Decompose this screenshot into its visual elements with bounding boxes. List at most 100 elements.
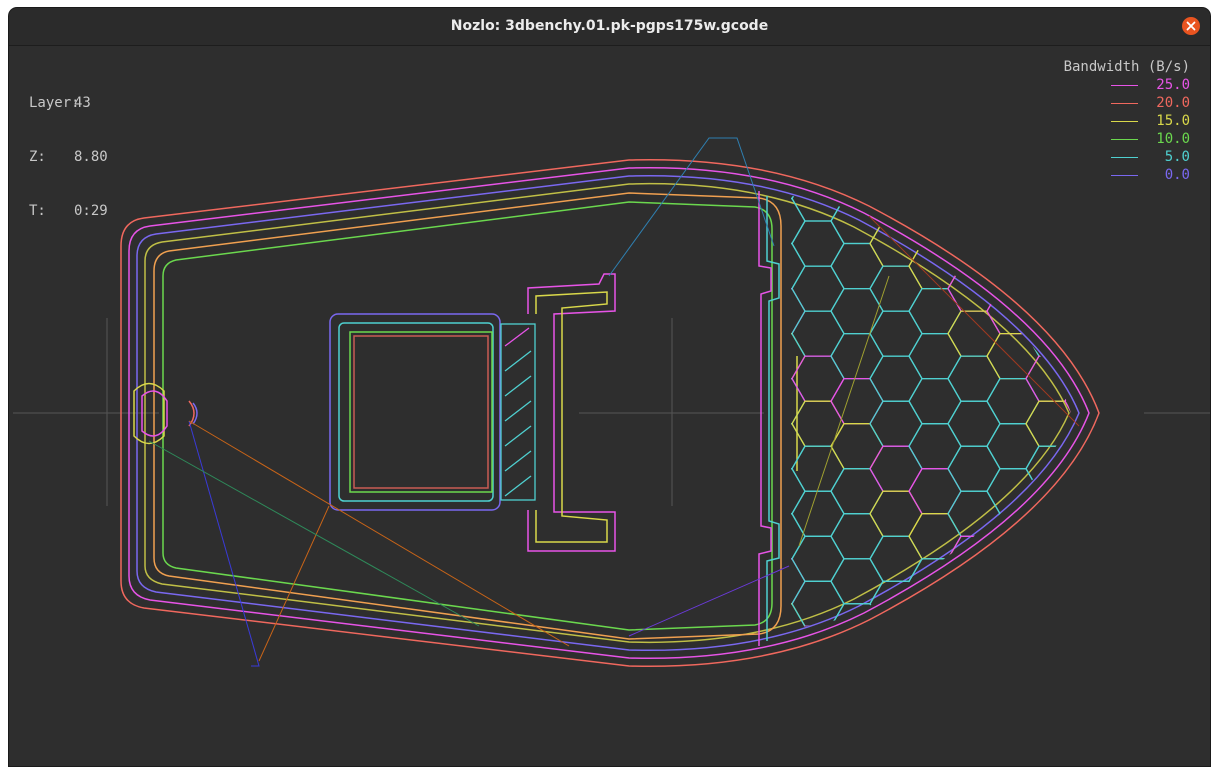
infill-cell bbox=[1064, 558, 1071, 605]
infill-cell bbox=[908, 332, 962, 380]
infill-cell bbox=[947, 400, 1001, 447]
z-value: 8.80 bbox=[74, 149, 108, 165]
infill-cell bbox=[1064, 287, 1071, 335]
infill-cell bbox=[986, 242, 1040, 290]
legend-entry: 5.0 bbox=[1064, 148, 1190, 166]
infill-cell bbox=[869, 265, 923, 312]
honeycomb-infill bbox=[791, 196, 1071, 628]
infill-cell bbox=[869, 625, 923, 628]
bow-bulkhead bbox=[758, 191, 798, 646]
infill-cell bbox=[908, 603, 962, 628]
infill-cell bbox=[947, 220, 1001, 267]
legend-title: Bandwidth (B/s) bbox=[1063, 59, 1190, 75]
layer-value: 43 bbox=[74, 95, 91, 111]
infill-cell bbox=[947, 445, 1001, 492]
title-bar[interactable]: Nozlo: 3dbenchy.01.pk-pgps175w.gcode bbox=[9, 8, 1210, 46]
infill-cell bbox=[791, 197, 806, 245]
infill-cell bbox=[791, 196, 806, 200]
infill-cell bbox=[869, 400, 923, 447]
infill-cell bbox=[908, 287, 962, 335]
bandwidth-legend: Bandwidth (B/s) 25.0 20.0 15.0 10.0 5.0 0.0 bbox=[1064, 58, 1190, 184]
infill-cell bbox=[1064, 468, 1071, 515]
infill-cell bbox=[830, 287, 884, 335]
legend-entry: 0.0 bbox=[1064, 166, 1190, 184]
infill-cell bbox=[1025, 265, 1071, 312]
infill-cell bbox=[1025, 625, 1071, 628]
infill-cell bbox=[908, 513, 962, 560]
infill-cell bbox=[791, 580, 845, 627]
legend-swatch bbox=[1111, 85, 1138, 86]
infill-cell bbox=[830, 423, 884, 470]
infill-cell bbox=[869, 445, 923, 492]
infill-cell bbox=[986, 513, 1040, 560]
app-window: Nozlo: 3dbenchy.01.pk-pgps175w.gcode Lay… bbox=[9, 8, 1210, 766]
infill-cell bbox=[830, 468, 884, 515]
infill-cell bbox=[1025, 220, 1071, 267]
legend-entry: 25.0 bbox=[1064, 76, 1190, 94]
close-icon bbox=[1186, 21, 1196, 31]
cabin-infill bbox=[500, 323, 536, 501]
infill-cell bbox=[1064, 513, 1071, 560]
infill-cell bbox=[1064, 197, 1071, 245]
infill-cell bbox=[791, 400, 845, 447]
legend-value: 15.0 bbox=[1156, 113, 1190, 129]
infill-cell bbox=[908, 423, 962, 470]
infill-cell bbox=[986, 603, 1040, 628]
gcode-viewport[interactable]: Layer:43 Z: 8.80 T: 0:29 Bandwidth (B/s) 2… bbox=[9, 46, 1210, 766]
legend-swatch bbox=[1111, 139, 1138, 140]
infill-cell bbox=[947, 490, 1001, 537]
legend-value: 25.0 bbox=[1156, 77, 1190, 93]
infill-cell bbox=[791, 265, 845, 312]
infill-cell bbox=[869, 355, 923, 402]
infill-cell bbox=[908, 377, 962, 425]
infill-cell bbox=[947, 625, 1001, 628]
infill-cell bbox=[830, 242, 884, 290]
legend-value: 10.0 bbox=[1156, 131, 1190, 147]
infill-cell bbox=[791, 310, 845, 357]
infill-cell bbox=[791, 558, 806, 605]
infill-cell bbox=[1025, 445, 1071, 492]
infill-cell bbox=[986, 196, 1040, 200]
infill-cell bbox=[1064, 603, 1071, 628]
legend-entry: 15.0 bbox=[1064, 112, 1190, 130]
infill-cell bbox=[791, 220, 845, 267]
toolpath-canvas[interactable] bbox=[9, 46, 1210, 766]
infill-cell bbox=[1025, 400, 1071, 447]
legend-entry: 10.0 bbox=[1064, 130, 1190, 148]
infill-cell bbox=[869, 196, 923, 222]
infill-cell bbox=[869, 580, 923, 627]
infill-cell bbox=[830, 197, 884, 245]
infill-cell bbox=[908, 558, 962, 605]
infill-cell bbox=[791, 445, 845, 492]
cabin-structure bbox=[329, 273, 616, 552]
infill-cell bbox=[830, 513, 884, 560]
infill-cell bbox=[947, 580, 1001, 627]
infill-cell bbox=[830, 377, 884, 425]
infill-cell bbox=[908, 468, 962, 515]
legend-value: 5.0 bbox=[1164, 149, 1190, 165]
legend-value: 20.0 bbox=[1156, 95, 1190, 111]
legend-value: 0.0 bbox=[1164, 167, 1190, 183]
infill-cell bbox=[1025, 580, 1071, 627]
close-button[interactable] bbox=[1182, 17, 1200, 35]
infill-cell bbox=[791, 490, 845, 537]
legend-swatch bbox=[1111, 103, 1138, 104]
layer-label: Layer: bbox=[29, 95, 80, 111]
legend-swatch bbox=[1111, 121, 1138, 122]
infill-cell bbox=[947, 265, 1001, 312]
infill-cell bbox=[986, 558, 1040, 605]
infill-cell bbox=[1025, 490, 1071, 537]
infill-cell bbox=[986, 197, 1040, 245]
infill-cell bbox=[869, 490, 923, 537]
window-title: Nozlo: 3dbenchy.01.pk-pgps175w.gcode bbox=[450, 18, 769, 34]
time-value: 0:29 bbox=[74, 203, 108, 219]
crosshair-axes bbox=[13, 318, 1210, 506]
infill-cell bbox=[791, 196, 845, 222]
infill-cell bbox=[908, 196, 962, 200]
z-label: Z: bbox=[29, 149, 46, 165]
time-label: T: bbox=[29, 203, 46, 219]
inner-walls bbox=[153, 192, 782, 640]
infill-cell bbox=[947, 355, 1001, 402]
layer-info-panel: Layer:43 Z: 8.80 T: 0:29 bbox=[29, 58, 108, 256]
infill-cell bbox=[986, 468, 1040, 515]
